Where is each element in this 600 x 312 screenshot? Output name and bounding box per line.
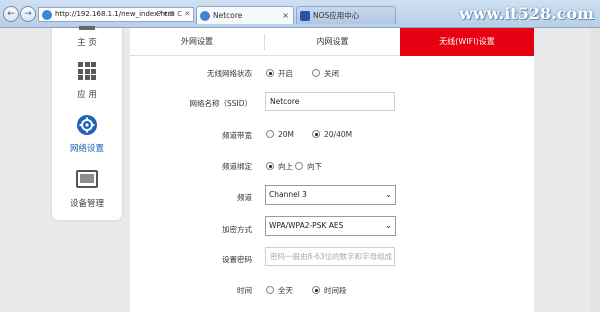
- settings-panel: 外网设置 内网设置 无线(WIFI)设置 无线网络状态 开启 关闭 网络名称（S…: [130, 28, 534, 312]
- channel-binding-label: 频道绑定: [222, 162, 252, 171]
- bandwidth-20m-radio[interactable]: 20M: [266, 130, 294, 139]
- wireless-off-radio[interactable]: 关闭: [312, 68, 339, 79]
- tab-wan-settings[interactable]: 外网设置: [130, 28, 264, 56]
- watermark: www.it528.com: [458, 4, 594, 23]
- radio-selected-icon: [312, 286, 320, 294]
- radio-selected-icon: [266, 69, 274, 77]
- radio-unselected-icon: [312, 69, 320, 77]
- address-controls[interactable]: P ▾ ⊠ C ✕: [157, 10, 190, 18]
- tab-wifi-settings[interactable]: 无线(WIFI)设置: [400, 28, 534, 56]
- sidebar-item-label: 主 页: [77, 38, 97, 48]
- wireless-on-radio[interactable]: 开启: [266, 68, 293, 79]
- monitor-icon: [76, 170, 98, 188]
- radio-unselected-icon: [266, 130, 274, 138]
- back-icon[interactable]: ←: [3, 6, 19, 22]
- radio-label: 向上: [278, 162, 293, 171]
- radio-label: 向下: [307, 162, 322, 171]
- tab-nos-app-center[interactable]: NOS应用中心: [296, 6, 396, 24]
- forward-icon[interactable]: →: [20, 6, 36, 22]
- select-value: WPA/WPA2-PSK AES: [269, 221, 344, 230]
- browser-toolbar: ← → http://192.168.1.1/new_index.htm P ▾…: [0, 0, 600, 28]
- password-input[interactable]: 密码一般由8-63位的数字和字母组成: [265, 247, 395, 266]
- wireless-status-label: 无线网络状态: [207, 69, 252, 78]
- nos-tab-icon: [300, 11, 310, 21]
- bandwidth-20-40m-radio[interactable]: 20/40M: [312, 130, 352, 139]
- time-period-radio[interactable]: 时间段: [312, 285, 347, 296]
- radio-label: 全天: [278, 286, 293, 295]
- address-bar[interactable]: http://192.168.1.1/new_index.htm P ▾ ⊠ C…: [38, 7, 194, 22]
- ssid-label: 网络名称（SSID）: [189, 99, 252, 108]
- radio-label: 时间段: [324, 286, 347, 295]
- encryption-label: 加密方式: [222, 225, 252, 234]
- chevron-down-icon: ⌄: [385, 221, 392, 230]
- radio-label: 关闭: [324, 69, 339, 78]
- encryption-select[interactable]: WPA/WPA2-PSK AES ⌄: [265, 216, 396, 236]
- radio-selected-icon: [266, 162, 274, 170]
- home-icon: [79, 26, 95, 30]
- tab-label: Netcore: [213, 11, 243, 20]
- radio-label: 开启: [278, 69, 293, 78]
- ie-page-icon: [42, 10, 52, 20]
- sidebar-item-network-settings[interactable]: 网络设置: [52, 110, 122, 158]
- settings-tabs: 外网设置 内网设置 无线(WIFI)设置: [130, 28, 534, 56]
- binding-up-radio[interactable]: 向上: [266, 161, 293, 172]
- sidebar-item-label: 应 用: [77, 90, 97, 100]
- binding-down-radio[interactable]: 向下: [295, 161, 322, 172]
- radio-label: 20/40M: [324, 130, 353, 139]
- sidebar-item-device-management[interactable]: 设备管理: [52, 168, 122, 214]
- close-icon[interactable]: ×: [282, 7, 289, 24]
- apps-grid-icon: [78, 62, 96, 80]
- time-all-day-radio[interactable]: 全天: [266, 285, 293, 296]
- sidebar-item-home[interactable]: 主 页: [52, 26, 122, 50]
- time-label: 时间: [237, 286, 252, 295]
- tab-netcore[interactable]: Netcore ×: [196, 6, 294, 24]
- sidebar-item-label: 设备管理: [69, 199, 104, 209]
- radio-selected-icon: [312, 130, 320, 138]
- radio-unselected-icon: [295, 162, 303, 170]
- sidebar-item-apps[interactable]: 应 用: [52, 58, 122, 108]
- tab-label: NOS应用中心: [313, 11, 360, 20]
- network-gear-icon: [77, 115, 97, 135]
- scrollbar[interactable]: [590, 28, 600, 312]
- ssid-input[interactable]: Netcore: [265, 92, 395, 111]
- ie-tab-icon: [200, 11, 210, 21]
- radio-label: 20M: [278, 130, 295, 139]
- select-value: Channel 3: [269, 190, 307, 199]
- bandwidth-label: 频道带宽: [222, 131, 252, 140]
- chevron-down-icon: ⌄: [385, 190, 392, 199]
- channel-select[interactable]: Channel 3 ⌄: [265, 185, 396, 205]
- password-label: 设置密码: [222, 255, 252, 264]
- radio-unselected-icon: [266, 286, 274, 294]
- tab-lan-settings[interactable]: 内网设置: [265, 28, 400, 56]
- sidebar-nav: 主 页 应 用 网络设置 设备管理: [52, 26, 122, 220]
- sidebar-item-label: 网络设置: [69, 144, 104, 154]
- channel-label: 频道: [237, 193, 252, 202]
